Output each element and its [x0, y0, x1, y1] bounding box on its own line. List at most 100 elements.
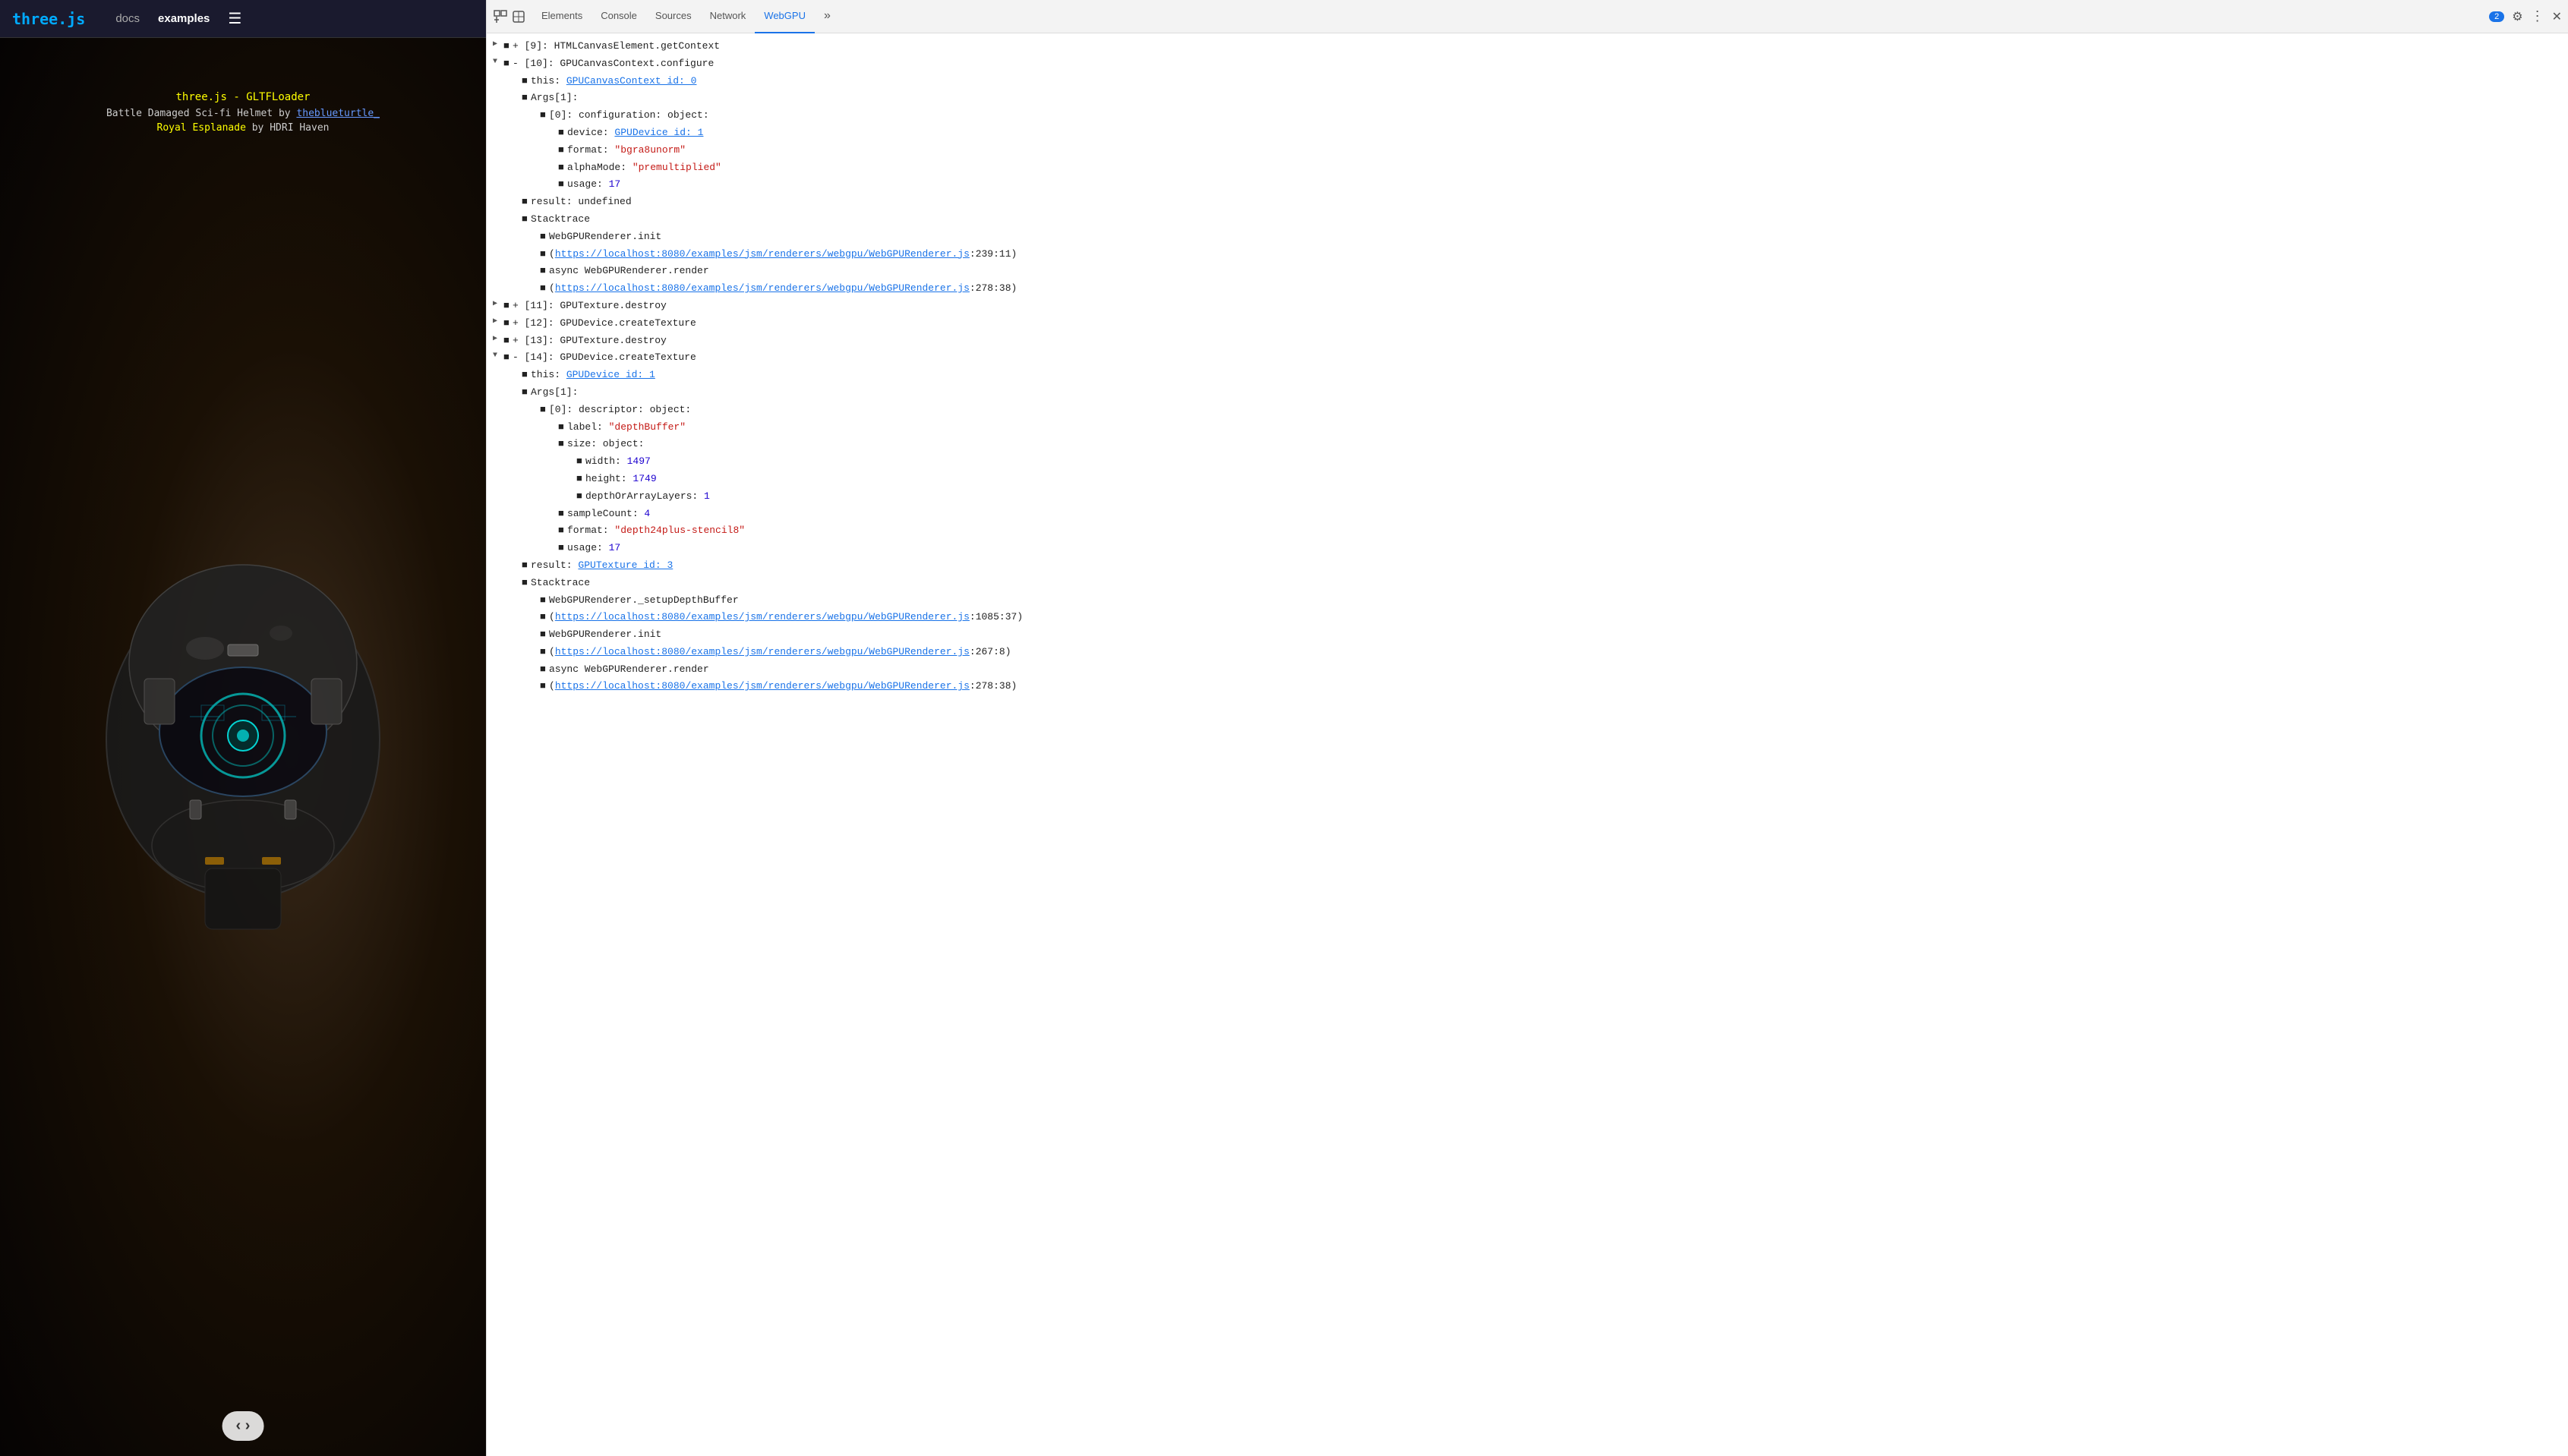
expand-icon[interactable]: ▶	[493, 333, 503, 345]
close-icon[interactable]: ✕	[2552, 9, 2562, 24]
tree-item: ▶ ■ [0]: descriptor: object:	[487, 402, 2568, 419]
tab-elements[interactable]: Elements	[532, 0, 592, 33]
item-text: (https://localhost:8080/examples/jsm/ren…	[549, 281, 1017, 297]
tree-item: ▶ ■ this: GPUDevice id: 1	[487, 367, 2568, 384]
tree-item: ▶ ■ WebGPURenderer.init	[487, 626, 2568, 644]
console-badge[interactable]: 2	[2489, 11, 2504, 22]
bullet-icon: ■	[540, 593, 549, 609]
item-text: + [12]: GPUDevice.createTexture	[513, 316, 696, 332]
tab-webgpu[interactable]: WebGPU	[755, 0, 815, 33]
item-text: Stacktrace	[531, 212, 590, 228]
expand-icon[interactable]: ▶	[493, 316, 503, 328]
nav-arrows[interactable]: ‹ ›	[222, 1411, 264, 1441]
item-text: result: GPUTexture id: 3	[531, 558, 673, 574]
bullet-icon: ■	[540, 263, 549, 279]
tree-item: ▶ ■ (https://localhost:8080/examples/jsm…	[487, 678, 2568, 695]
expand-icon: ▶	[511, 74, 522, 86]
tree-item: ▶ ■ usage: 17	[487, 540, 2568, 557]
tree-item: ▶ ■ + [11]: GPUTexture.destroy	[487, 298, 2568, 315]
bullet-icon: ■	[558, 143, 567, 159]
more-options-icon[interactable]: ⋮	[2531, 8, 2544, 24]
bullet-icon: ■	[540, 229, 549, 245]
item-text: + [13]: GPUTexture.destroy	[513, 333, 667, 349]
tree-item: ▼ ■ - [14]: GPUDevice.createTexture	[487, 349, 2568, 367]
gpu-texture-3-link[interactable]: GPUTexture id: 3	[578, 559, 673, 571]
tree-item: ▶ ■ depthOrArrayLayers: 1	[487, 488, 2568, 506]
gpu-device-1-link2[interactable]: GPUDevice id: 1	[566, 369, 655, 380]
tree-item: ▶ ■ (https://localhost:8080/examples/jsm…	[487, 644, 2568, 661]
bullet-icon: ■	[503, 298, 513, 314]
settings-icon[interactable]: ⚙	[2512, 9, 2522, 24]
item-text: WebGPURenderer._setupDepthBuffer	[549, 593, 739, 609]
hamburger-menu-icon[interactable]: ☰	[228, 9, 241, 28]
bullet-icon: ■	[503, 316, 513, 332]
tree-item: ▶ ■ (https://localhost:8080/examples/jsm…	[487, 609, 2568, 626]
expand-icon[interactable]: ▼	[493, 56, 503, 68]
tab-network[interactable]: Network	[701, 0, 756, 33]
gpu-device-1-link[interactable]: GPUDevice id: 1	[614, 127, 703, 138]
bullet-icon: ■	[503, 56, 513, 72]
expand-icon: ▶	[547, 420, 558, 432]
site-title[interactable]: three.js	[12, 10, 85, 28]
tree-item: ▶ ■ [0]: configuration: object:	[487, 107, 2568, 124]
expand-icon: ▶	[547, 143, 558, 155]
demo-subtitle-prefix: Battle Damaged Sci-fi Helmet by	[106, 108, 296, 119]
gpu-canvas-context-link[interactable]: GPUCanvasContext id: 0	[566, 75, 697, 87]
tree-item: ▶ ■ Args[1]:	[487, 90, 2568, 107]
tree-item: ▶ ■ size: object:	[487, 436, 2568, 453]
nav-examples[interactable]: examples	[158, 12, 210, 25]
expand-icon: ▶	[547, 160, 558, 172]
item-text: Stacktrace	[531, 575, 590, 591]
expand-icon[interactable]: ▼	[493, 350, 503, 362]
devtools-content[interactable]: ▶ ■ + [9]: HTMLCanvasElement.getContext …	[487, 33, 2568, 1456]
tree-item: ▶ ■ sampleCount: 4	[487, 506, 2568, 523]
tab-sources[interactable]: Sources	[646, 0, 701, 33]
tree-item: ▶ ■ + [12]: GPUDevice.createTexture	[487, 315, 2568, 332]
bullet-icon: ■	[522, 385, 531, 401]
item-text: this: GPUCanvasContext id: 0	[531, 74, 696, 90]
devtools-icon-inspect[interactable]	[511, 9, 526, 24]
expand-icon: ▶	[511, 385, 522, 397]
expand-icon[interactable]: ▶	[493, 298, 503, 310]
devtools-right-icons: 2 ⚙ ⋮ ✕	[2489, 8, 2562, 24]
bullet-icon: ■	[522, 558, 531, 574]
expand-icon: ▶	[547, 177, 558, 189]
devtools-panel: Elements Console Sources Network WebGPU …	[486, 0, 2568, 1456]
expand-icon: ▶	[511, 558, 522, 570]
expand-icon[interactable]: ▶	[493, 39, 503, 51]
tree-item: ▶ ■ Stacktrace	[487, 575, 2568, 592]
helmet-visual	[0, 38, 486, 1456]
expand-icon: ▶	[511, 212, 522, 224]
nav-docs[interactable]: docs	[115, 12, 140, 25]
item-text: depthOrArrayLayers: 1	[585, 489, 710, 505]
stacklink-239[interactable]: https://localhost:8080/examples/jsm/rend…	[555, 248, 970, 260]
item-text: WebGPURenderer.init	[549, 627, 661, 643]
stacklink-278b[interactable]: https://localhost:8080/examples/jsm/rend…	[555, 680, 970, 692]
stacklink-1085[interactable]: https://localhost:8080/examples/jsm/rend…	[555, 611, 970, 622]
item-text: result: undefined	[531, 194, 632, 210]
item-text: + [11]: GPUTexture.destroy	[513, 298, 667, 314]
demo-title: three.js - GLTFLoader	[0, 91, 486, 103]
stacklink-267[interactable]: https://localhost:8080/examples/jsm/rend…	[555, 646, 970, 657]
expand-icon: ▶	[529, 402, 540, 414]
item-text: Args[1]:	[531, 385, 578, 401]
expand-icon: ▶	[529, 610, 540, 622]
demo-haven: HDRI Haven	[270, 122, 329, 134]
more-tabs-button[interactable]: »	[815, 0, 840, 33]
tree-item: ▶ ■ this: GPUCanvasContext id: 0	[487, 73, 2568, 90]
bullet-icon: ■	[503, 350, 513, 366]
tree-item: ▶ ■ (https://localhost:8080/examples/jsm…	[487, 280, 2568, 298]
devtools-icon-select[interactable]	[493, 9, 508, 24]
expand-icon: ▶	[547, 540, 558, 553]
tab-console[interactable]: Console	[592, 0, 646, 33]
stacklink-278[interactable]: https://localhost:8080/examples/jsm/rend…	[555, 282, 970, 294]
expand-icon: ▶	[511, 90, 522, 102]
expand-icon: ▶	[547, 506, 558, 518]
expand-icon: ▶	[511, 367, 522, 380]
item-text: size: object:	[567, 436, 644, 452]
tree-item: ▼ ■ - [10]: GPUCanvasContext.configure	[487, 55, 2568, 73]
item-text: (https://localhost:8080/examples/jsm/ren…	[549, 644, 1011, 660]
bullet-icon: ■	[522, 194, 531, 210]
demo-subtitle-link[interactable]: theblueturtle_	[296, 108, 380, 119]
bullet-icon: ■	[540, 644, 549, 660]
